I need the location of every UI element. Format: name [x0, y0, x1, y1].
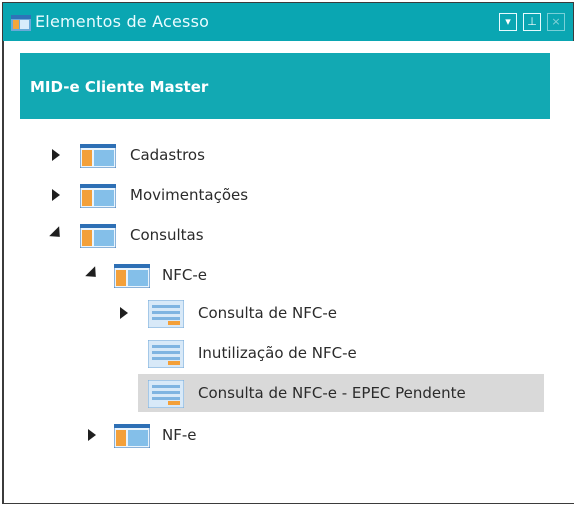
window-title: Elementos de Acesso [35, 12, 210, 31]
tree-item-label: Cadastros [130, 146, 205, 164]
form-icon [148, 380, 184, 408]
expand-arrow-icon[interactable] [52, 189, 60, 201]
tree-item-consulta-nfce-epec[interactable]: Consulta de NFC-e - EPEC Pendente [112, 378, 532, 410]
tree-item-nfce[interactable]: NFC-e [80, 260, 280, 292]
header-title: MID-e Cliente Master [30, 78, 209, 96]
collapse-arrow-icon[interactable] [49, 226, 65, 242]
expand-arrow-icon[interactable] [88, 429, 96, 441]
tree-item-inutilizacao-nfce[interactable]: Inutilização de NFC-e [112, 338, 442, 370]
form-icon [148, 300, 184, 328]
tree-item-consulta-nfce[interactable]: Consulta de NFC-e [112, 298, 412, 330]
form-icon [148, 340, 184, 368]
window-icon [11, 15, 31, 31]
tree-item-label: NF-e [162, 426, 197, 444]
tree-item-label: Movimentações [130, 186, 249, 204]
collapse-arrow-icon[interactable] [85, 266, 101, 282]
expand-arrow-icon[interactable] [52, 149, 60, 161]
chevron-down-icon: ▾ [505, 15, 511, 28]
tree-item-nfe[interactable]: NF-e [80, 420, 280, 452]
tree-item-movimentacoes[interactable]: Movimentações [44, 180, 294, 212]
close-icon: × [551, 15, 561, 28]
folder-group-icon [114, 424, 150, 448]
tree-item-label: Consulta de NFC-e - EPEC Pendente [198, 384, 466, 402]
close-button[interactable]: × [547, 13, 565, 31]
tree-item-cadastros[interactable]: Cadastros [44, 140, 264, 172]
tree-item-label: Consulta de NFC-e [198, 304, 337, 322]
title-bar[interactable]: Elementos de Acesso ▾ ⊥ × [3, 3, 573, 41]
folder-group-icon [80, 144, 116, 168]
pin-button[interactable]: ⊥ [523, 13, 541, 31]
folder-group-icon [114, 264, 150, 288]
tree-item-label: NFC-e [162, 266, 207, 284]
tree-item-consultas[interactable]: Consultas [44, 220, 264, 252]
folder-group-icon [80, 224, 116, 248]
expand-arrow-icon[interactable] [120, 307, 128, 319]
pin-icon: ⊥ [527, 15, 537, 28]
dropdown-button[interactable]: ▾ [499, 13, 517, 31]
panel-header: MID-e Cliente Master [20, 53, 550, 119]
tree-item-label: Inutilização de NFC-e [198, 344, 357, 362]
folder-group-icon [80, 184, 116, 208]
tree-item-label: Consultas [130, 226, 204, 244]
